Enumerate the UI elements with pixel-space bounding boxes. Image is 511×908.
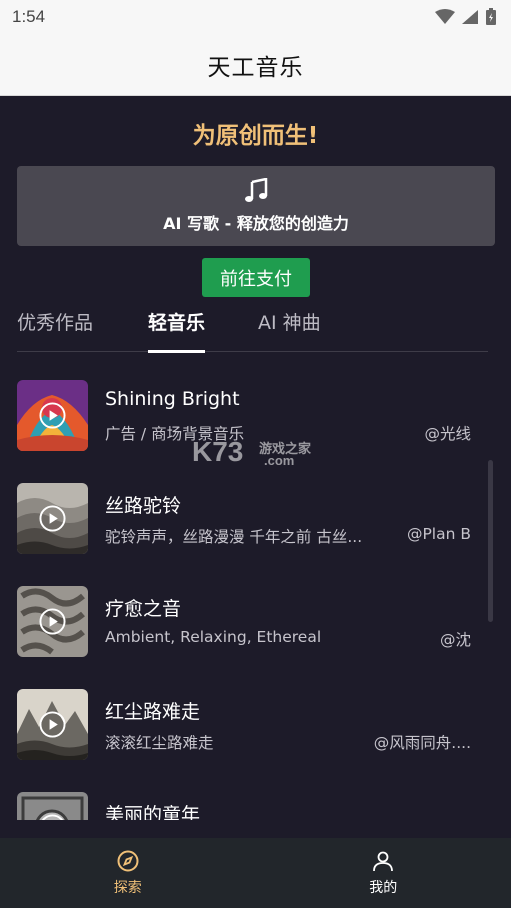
status-time: 1:54 [12,7,46,26]
song-row[interactable]: 美丽的童年 [0,774,511,820]
user-icon [373,851,394,872]
app-bar: 天工音乐 [0,34,511,96]
song-author: @光线 [424,425,471,443]
signal-icon [462,10,478,24]
song-cover[interactable] [17,483,88,554]
watermark-main: K73 [192,436,244,467]
ai-write-card[interactable]: AI 写歌 - 释放您的创造力 [17,166,495,246]
play-icon [39,711,66,738]
nav-label: 我的 [369,880,398,896]
watermark-logo: K73 游戏之家 .com [192,436,322,470]
song-row[interactable]: 红尘路难走 滚滚红尘路难走 @风雨同舟.... [0,671,511,774]
song-author: @Plan B [406,525,471,543]
nav-label: 探索 [113,880,142,896]
ai-card-label: AI 写歌 - 释放您的创造力 [163,214,349,233]
slogan: 为原创而生! [192,123,319,149]
song-title: 丝路驼铃 [105,495,182,517]
song-cover[interactable] [17,792,88,820]
tab-light-music[interactable]: 轻音乐 [148,308,206,353]
song-title: Shining Bright [105,388,240,410]
song-cover[interactable] [17,586,88,657]
song-title: 红尘路难走 [105,701,201,723]
tab-ai-hits[interactable]: AI 神曲 [258,308,321,352]
status-icons [435,8,497,26]
tab-label: 优秀作品 [17,312,94,334]
pay-button[interactable]: 前往支付 [202,258,310,297]
tab-featured[interactable]: 优秀作品 [17,308,93,352]
bottom-nav: 探索 我的 [0,838,511,908]
nav-mine[interactable]: 我的 [256,838,511,908]
song-row[interactable]: 疗愈之音 Ambient, Relaxing, Ethereal @沈 [0,568,511,671]
song-desc: Ambient, Relaxing, Ethereal [105,628,322,646]
app-title: 天工音乐 [207,54,304,81]
watermark-domain: .com [264,453,295,468]
music-note-icon [245,178,268,202]
compass-icon [117,850,139,872]
song-cover[interactable] [17,689,88,760]
play-icon [41,814,64,820]
song-title: 疗愈之音 [105,598,182,620]
status-bar: 1:54 [0,0,511,34]
song-cover[interactable] [17,380,88,451]
nav-explore[interactable]: 探索 [0,838,256,908]
battery-icon [486,8,496,25]
list-scrollbar[interactable] [488,460,493,622]
song-author: @沈 [439,631,471,649]
tab-label: AI 神曲 [258,312,321,334]
song-title: 美丽的童年 [105,804,201,820]
wifi-icon [435,9,455,24]
play-icon [39,402,66,429]
tab-active-indicator [148,350,206,353]
category-tabs: 优秀作品 轻音乐 AI 神曲 [17,300,488,353]
play-icon [39,608,66,635]
song-list[interactable]: Shining Bright 广告 / 商场背景音乐 @光线 丝路驼铃 驼铃声声… [0,362,511,820]
song-row[interactable]: 丝路驼铃 驼铃声声，丝路漫漫 千年之前 古丝... @Plan B [0,465,511,568]
play-icon [39,505,66,532]
song-desc: 滚滚红尘路难走 [105,734,214,752]
tab-label: 轻音乐 [148,312,206,334]
song-author: @风雨同舟.... [373,734,471,752]
song-desc: 驼铃声声，丝路漫漫 千年之前 古丝... [105,528,363,546]
